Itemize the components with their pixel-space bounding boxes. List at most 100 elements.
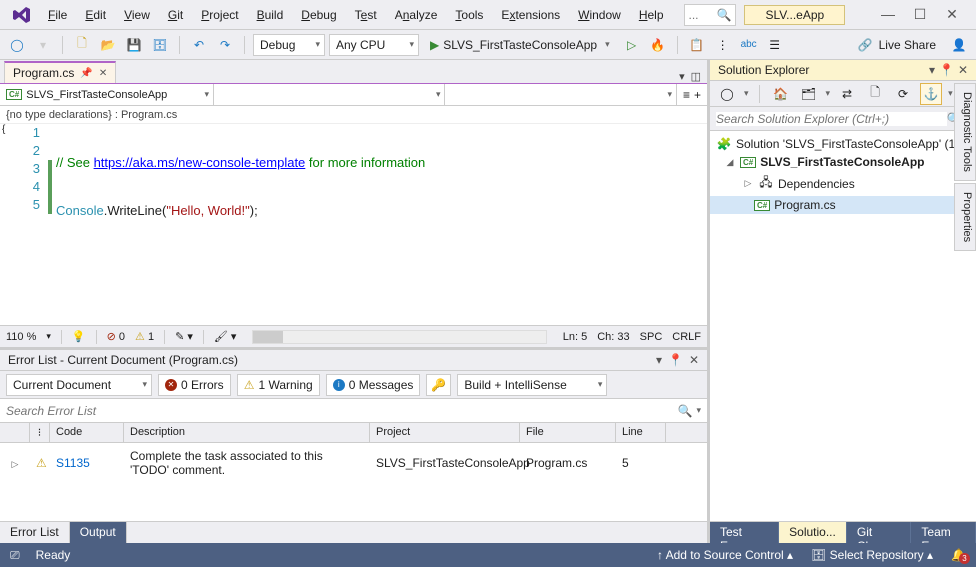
error-row[interactable]: ▷ ⚠ S1135 Complete the task associated t… xyxy=(0,443,707,483)
solution-tree[interactable]: 🧩 Solution 'SLVS_FirstTasteConsoleApp' (… xyxy=(710,131,976,521)
error-scope-combo[interactable]: Current Document xyxy=(6,374,152,396)
nav-fwd-icon[interactable]: ▾ xyxy=(32,34,54,56)
tab-program-cs[interactable]: Program.cs 📌 ✕ xyxy=(4,61,116,83)
lightbulb-icon[interactable]: 💡 xyxy=(72,330,86,343)
dependencies-node[interactable]: ▷ 🖧 Dependencies xyxy=(710,171,976,196)
menu-debug[interactable]: Debug xyxy=(293,4,344,26)
panel-close-icon[interactable]: ✕ xyxy=(958,63,968,77)
warnings-filter[interactable]: ⚠1 Warning xyxy=(237,374,320,396)
project-node[interactable]: ◢ C# SLVS_FirstTasteConsoleApp xyxy=(710,153,976,171)
new-project-icon[interactable]: 🗋 xyxy=(71,34,93,56)
live-share-button[interactable]: 🔗 Live Share xyxy=(850,38,944,52)
hot-reload-icon[interactable]: 🔥 xyxy=(647,34,669,56)
nav-member-combo[interactable] xyxy=(445,84,676,105)
close-icon[interactable]: ✕ xyxy=(942,6,962,23)
nav-type-combo[interactable] xyxy=(214,84,445,105)
sln-home-icon[interactable]: 🏠 xyxy=(770,83,792,105)
col-line[interactable]: Line xyxy=(616,423,666,442)
sln-switch-icon[interactable]: 🗂 xyxy=(798,83,820,105)
maximize-icon[interactable]: ☐ xyxy=(910,6,930,23)
config-combo[interactable]: Debug xyxy=(253,34,325,56)
code-editor[interactable]: { 12345 // See https://aka.ms/new-consol… xyxy=(0,124,707,325)
breadcrumb[interactable]: {no type declarations} : Program.cs xyxy=(0,106,707,124)
nav-back-icon[interactable]: ◯ xyxy=(6,34,28,56)
h-scrollbar[interactable] xyxy=(252,330,546,344)
menu-project[interactable]: Project xyxy=(193,4,246,26)
indent-mode[interactable]: SPC xyxy=(640,331,663,343)
expander-icon[interactable]: ◢ xyxy=(724,157,736,168)
expander-icon[interactable]: ▷ xyxy=(12,459,19,469)
sln-showall-icon[interactable]: 🗋 xyxy=(864,83,886,105)
account-icon[interactable]: 👤 xyxy=(948,34,970,56)
open-icon[interactable]: 📂 xyxy=(97,34,119,56)
menu-window[interactable]: Window xyxy=(570,4,629,26)
warning-count[interactable]: ⚠ 1 xyxy=(135,330,154,343)
status-output-icon[interactable]: ⎚ xyxy=(10,548,20,563)
start-debug-button[interactable]: ▶ SLVS_FirstTasteConsoleApp ▾ xyxy=(423,34,617,56)
error-search-input[interactable] xyxy=(6,404,678,418)
errors-filter[interactable]: ✕0 Errors xyxy=(158,374,231,396)
tab-dropdown-icon[interactable]: ▾ xyxy=(679,70,685,83)
menu-edit[interactable]: Edit xyxy=(77,4,114,26)
tool-icon-1[interactable]: 📋 xyxy=(686,34,708,56)
solution-search-input[interactable] xyxy=(716,112,947,126)
redo-icon[interactable]: ↷ xyxy=(214,34,236,56)
tab-solution-explorer[interactable]: Solutio... xyxy=(779,522,847,543)
title-search[interactable]: 🔍 xyxy=(684,4,737,26)
panel-dropdown-icon[interactable]: ▾ xyxy=(656,353,662,367)
col-file[interactable]: File xyxy=(520,423,616,442)
notifications-icon[interactable]: 🔔3 xyxy=(951,548,966,562)
title-search-input[interactable] xyxy=(689,8,717,22)
sln-back-icon[interactable]: ◯ xyxy=(716,83,738,105)
sln-sync-icon[interactable]: ⇄ xyxy=(836,83,858,105)
side-tab-diagnostic[interactable]: Diagnostic Tools xyxy=(954,83,976,181)
pen-icon[interactable]: ✎ ▾ xyxy=(175,330,193,343)
tab-output[interactable]: Output xyxy=(70,522,127,543)
build-filter-combo[interactable]: Build + IntelliSense xyxy=(457,374,607,396)
tab-git-changes[interactable]: Git Cha... xyxy=(847,522,912,543)
menu-tools[interactable]: Tools xyxy=(447,4,491,26)
side-tab-properties[interactable]: Properties xyxy=(954,183,976,251)
tool-icon-4[interactable]: ☰ xyxy=(764,34,786,56)
zoom-combo[interactable]: 110 % xyxy=(6,331,36,343)
menu-help[interactable]: Help xyxy=(631,4,672,26)
col-project[interactable]: Project xyxy=(370,423,520,442)
error-code[interactable]: S1135 xyxy=(50,454,124,472)
menu-analyze[interactable]: Analyze xyxy=(387,4,446,26)
col-description[interactable]: Description xyxy=(124,423,370,442)
code-content[interactable]: // See https://aka.ms/new-console-templa… xyxy=(52,124,707,325)
panel-pin-icon[interactable]: 📍 xyxy=(668,353,683,367)
brush-icon[interactable]: 🖌 ▾ xyxy=(214,330,237,343)
start-nodebug-icon[interactable]: ▷ xyxy=(621,34,643,56)
platform-combo[interactable]: Any CPU xyxy=(329,34,419,56)
menu-extensions[interactable]: Extensions xyxy=(493,4,568,26)
panel-pin-icon[interactable]: 📍 xyxy=(939,63,954,77)
menu-git[interactable]: Git xyxy=(160,4,191,26)
nav-scope-combo[interactable]: C# SLVS_FirstTasteConsoleApp xyxy=(0,84,214,105)
undo-icon[interactable]: ↶ xyxy=(188,34,210,56)
file-node-program[interactable]: C# Program.cs xyxy=(710,196,976,214)
messages-filter[interactable]: i0 Messages xyxy=(326,374,421,396)
expander-icon[interactable]: ▷ xyxy=(742,178,754,189)
filter-icon[interactable]: 🔑 xyxy=(426,374,451,396)
tab-error-list[interactable]: Error List xyxy=(0,522,70,543)
add-source-control[interactable]: ↑ Add to Source Control ▴ xyxy=(657,548,793,562)
tool-icon-3[interactable]: abc xyxy=(738,34,760,56)
pin-icon[interactable]: 📌 xyxy=(80,68,92,79)
solution-node[interactable]: 🧩 Solution 'SLVS_FirstTasteConsoleApp' (… xyxy=(710,135,976,153)
select-repository[interactable]: 🗄 Select Repository ▴ xyxy=(811,548,933,562)
line-ending[interactable]: CRLF xyxy=(672,331,701,343)
sln-filter-icon[interactable]: ⚓ xyxy=(920,83,942,105)
col-code[interactable]: Code xyxy=(50,423,124,442)
sln-refresh-icon[interactable]: ⟳ xyxy=(892,83,914,105)
panel-close-icon[interactable]: ✕ xyxy=(689,353,699,367)
tab-close-icon[interactable]: ✕ xyxy=(99,68,107,79)
save-all-icon[interactable]: 🗄 xyxy=(149,34,171,56)
tab-team-explorer[interactable]: Team E... xyxy=(911,522,976,543)
menu-view[interactable]: View xyxy=(116,4,158,26)
tab-split-icon[interactable]: ◫ xyxy=(691,70,701,83)
tab-test-explorer[interactable]: Test Exp... xyxy=(710,522,779,543)
menu-build[interactable]: Build xyxy=(249,4,292,26)
nav-plus-icon[interactable]: + xyxy=(694,88,701,102)
nav-split-icon[interactable]: ≡ xyxy=(683,88,690,102)
